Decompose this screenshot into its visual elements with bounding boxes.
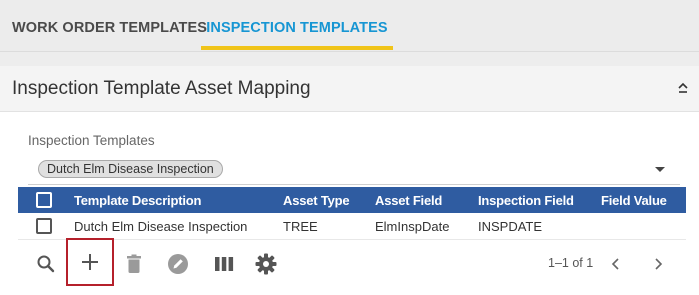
active-tab-indicator bbox=[201, 46, 393, 50]
previous-page-icon[interactable] bbox=[606, 254, 626, 274]
column-header-field-value[interactable]: Field Value bbox=[601, 193, 667, 208]
table-row[interactable]: Dutch Elm Disease Inspection TREE ElmIns… bbox=[18, 213, 686, 240]
column-header-asset-field[interactable]: Asset Field bbox=[375, 193, 442, 208]
panel-title: Inspection Template Asset Mapping bbox=[12, 78, 311, 99]
grid-header: Template Description Asset Type Asset Fi… bbox=[18, 187, 686, 213]
dropdown-arrow-icon[interactable] bbox=[655, 167, 665, 172]
inspection-templates-select[interactable]: Dutch Elm Disease Inspection bbox=[28, 153, 680, 185]
tab-work-order-templates[interactable]: WORK ORDER TEMPLATES bbox=[12, 0, 207, 50]
column-header-template-description[interactable]: Template Description bbox=[74, 193, 201, 208]
edit-icon[interactable] bbox=[166, 242, 190, 286]
add-icon bbox=[82, 254, 98, 270]
selected-template-chip[interactable]: Dutch Elm Disease Inspection bbox=[38, 160, 223, 178]
column-header-inspection-field[interactable]: Inspection Field bbox=[478, 193, 574, 208]
search-icon[interactable] bbox=[32, 242, 60, 286]
add-button[interactable] bbox=[66, 238, 114, 286]
tab-label: INSPECTION TEMPLATES bbox=[206, 20, 388, 36]
chevron-up-icon[interactable] bbox=[676, 80, 690, 96]
cell-asset-type: TREE bbox=[283, 219, 318, 234]
cell-template-description: Dutch Elm Disease Inspection bbox=[74, 219, 248, 234]
mapping-panel: Inspection Template Asset Mapping Inspec… bbox=[0, 66, 699, 295]
cell-inspection-field: INSPDATE bbox=[478, 219, 543, 234]
pager-range: 1–1 of 1 bbox=[548, 256, 594, 270]
inspection-templates-label: Inspection Templates bbox=[28, 133, 155, 148]
column-header-asset-type[interactable]: Asset Type bbox=[283, 193, 350, 208]
row-checkbox[interactable] bbox=[36, 218, 52, 234]
next-page-icon[interactable] bbox=[648, 254, 668, 274]
tab-inspection-templates[interactable]: INSPECTION TEMPLATES bbox=[201, 0, 393, 50]
cell-asset-field: ElmInspDate bbox=[375, 219, 450, 234]
delete-icon[interactable] bbox=[122, 242, 146, 286]
settings-icon[interactable] bbox=[254, 242, 278, 286]
grid-toolbar: 1–1 of 1 bbox=[18, 238, 686, 288]
tab-bar: WORK ORDER TEMPLATES INSPECTION TEMPLATE… bbox=[0, 0, 699, 52]
panel-header: Inspection Template Asset Mapping bbox=[0, 66, 699, 112]
columns-icon[interactable] bbox=[212, 242, 236, 286]
select-all-checkbox[interactable] bbox=[36, 192, 52, 208]
